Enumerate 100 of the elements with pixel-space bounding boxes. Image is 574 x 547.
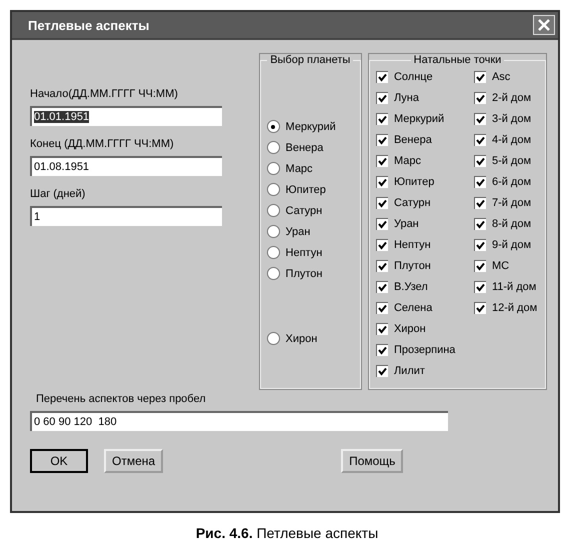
field-label: Конец (ДД.ММ.ГГГГ ЧЧ:ММ)	[30, 138, 175, 150]
checkbox-label: 2-й дом	[492, 92, 532, 104]
checkbox-label: 4-й дом	[492, 134, 532, 146]
checkbox-label: Луна	[394, 92, 419, 104]
checkbox-label: 11-й дом	[492, 280, 536, 292]
input-field[interactable]: 1	[30, 206, 222, 226]
radio-button[interactable]	[266, 225, 280, 238]
option-label: Нептун	[286, 246, 322, 258]
radio-button[interactable]	[266, 141, 280, 154]
checkbox[interactable]	[474, 218, 486, 230]
dialog-button[interactable]: Отмена	[104, 449, 164, 473]
checkbox-label: Лилит	[394, 364, 425, 376]
checkbox[interactable]	[376, 196, 388, 208]
group-title: Выбор планеты	[269, 54, 352, 66]
checkbox-label: 6-й дом	[492, 176, 532, 188]
field-label: Перечень аспектов через пробел	[36, 393, 207, 405]
checkbox-label: Меркурий	[394, 112, 444, 124]
option-label: Юпитер	[286, 184, 326, 196]
checkbox-label: Плутон	[394, 260, 431, 272]
checkbox[interactable]	[474, 260, 486, 272]
radio-option[interactable]: Нептун	[266, 244, 354, 261]
checkbox-label: Asc	[492, 70, 510, 82]
field-value: 01.08.1951	[34, 161, 90, 173]
figure-caption: Рис. 4.6. Петлевые аспекты	[194, 525, 380, 541]
checkbox[interactable]	[376, 134, 388, 146]
checkbox[interactable]	[376, 92, 388, 104]
field-label: Шаг (дней)	[30, 188, 86, 200]
checkbox-label: Прозерпина	[394, 344, 456, 356]
checkbox[interactable]	[376, 344, 388, 356]
checkbox[interactable]	[376, 280, 388, 292]
option-label: Уран	[286, 226, 310, 238]
checkbox[interactable]	[376, 176, 388, 188]
checkbox[interactable]	[474, 196, 486, 208]
radio-button[interactable]	[266, 183, 280, 196]
checkbox-label: Венера	[394, 134, 432, 146]
checkbox-label: Сатурн	[394, 196, 431, 208]
window-title: Петлевые аспекты	[28, 18, 150, 32]
radio-option[interactable]: Хирон	[266, 330, 354, 347]
field-value: 1	[34, 211, 40, 223]
checkbox-label: Хирон	[394, 322, 426, 334]
radio-option[interactable]: Плутон	[266, 265, 354, 282]
checkbox[interactable]	[376, 112, 388, 124]
checkbox[interactable]	[474, 154, 486, 166]
radio-option[interactable]: Сатурн	[266, 202, 354, 219]
dialog-button[interactable]: OK	[30, 449, 88, 473]
checkbox-label: 5-й дом	[492, 154, 532, 166]
radio-option[interactable]: Марс	[266, 160, 354, 177]
checkbox-label: В.Узел	[394, 280, 428, 292]
checkbox[interactable]	[376, 364, 388, 376]
close-button[interactable]	[533, 15, 555, 35]
checkbox-label: Уран	[394, 218, 419, 230]
checkbox[interactable]	[474, 112, 486, 124]
checkbox[interactable]	[474, 238, 486, 250]
checkbox-label: Нептун	[394, 238, 431, 250]
input-field[interactable]: 01.08.1951	[30, 156, 222, 176]
checkbox[interactable]	[474, 302, 486, 314]
input-field[interactable]: 01.01.1951	[30, 106, 222, 126]
checkbox[interactable]	[376, 70, 388, 82]
checkbox-label: Селена	[394, 302, 432, 314]
checkbox[interactable]	[376, 302, 388, 314]
checkbox-label: 7-й дом	[492, 196, 532, 208]
option-label: Меркурий	[286, 120, 336, 132]
checkbox-label: Марс	[394, 154, 421, 166]
checkbox[interactable]	[474, 92, 486, 104]
radio-button[interactable]	[266, 204, 280, 217]
checkbox-label: 3-й дом	[492, 112, 532, 124]
radio-button[interactable]	[266, 267, 280, 280]
field-value: 0 60 90 120 180	[34, 416, 117, 428]
option-label: Венера	[286, 142, 324, 154]
checkbox-label: MC	[492, 260, 510, 272]
checkbox[interactable]	[376, 322, 388, 334]
option-label: Марс	[286, 162, 313, 174]
input-field[interactable]: 0 60 90 120 180	[30, 411, 448, 431]
checkbox[interactable]	[474, 280, 486, 292]
radio-option[interactable]: Венера	[266, 139, 354, 156]
checkbox-label: 8-й дом	[492, 218, 532, 230]
radio-option[interactable]: Юпитер	[266, 181, 354, 198]
radio-button[interactable]	[266, 162, 280, 175]
checkbox-label: 12-й дом	[492, 302, 538, 314]
checkbox[interactable]	[376, 154, 388, 166]
checkbox-label: Солнце	[394, 70, 433, 82]
option-label: Сатурн	[286, 204, 322, 216]
dialog-button[interactable]: Помощь	[341, 449, 404, 473]
radio-button[interactable]	[266, 246, 280, 259]
checkbox-label: 9-й дом	[492, 238, 532, 250]
radio-button[interactable]	[266, 120, 280, 133]
checkbox[interactable]	[474, 70, 486, 82]
radio-option[interactable]: Меркурий	[266, 118, 354, 135]
checkbox-label: Юпитер	[394, 176, 434, 188]
radio-button[interactable]	[266, 332, 280, 345]
checkbox[interactable]	[376, 238, 388, 250]
checkbox[interactable]	[376, 218, 388, 230]
option-label: Плутон	[286, 268, 322, 280]
field-label: Начало(ДД.ММ.ГГГГ ЧЧ:ММ)	[30, 88, 179, 100]
option-label: Хирон	[286, 332, 318, 344]
group-title: Натальные точки	[412, 54, 502, 66]
checkbox[interactable]	[376, 260, 388, 272]
checkbox[interactable]	[474, 134, 486, 146]
checkbox[interactable]	[474, 176, 486, 188]
radio-option[interactable]: Уран	[266, 223, 354, 240]
